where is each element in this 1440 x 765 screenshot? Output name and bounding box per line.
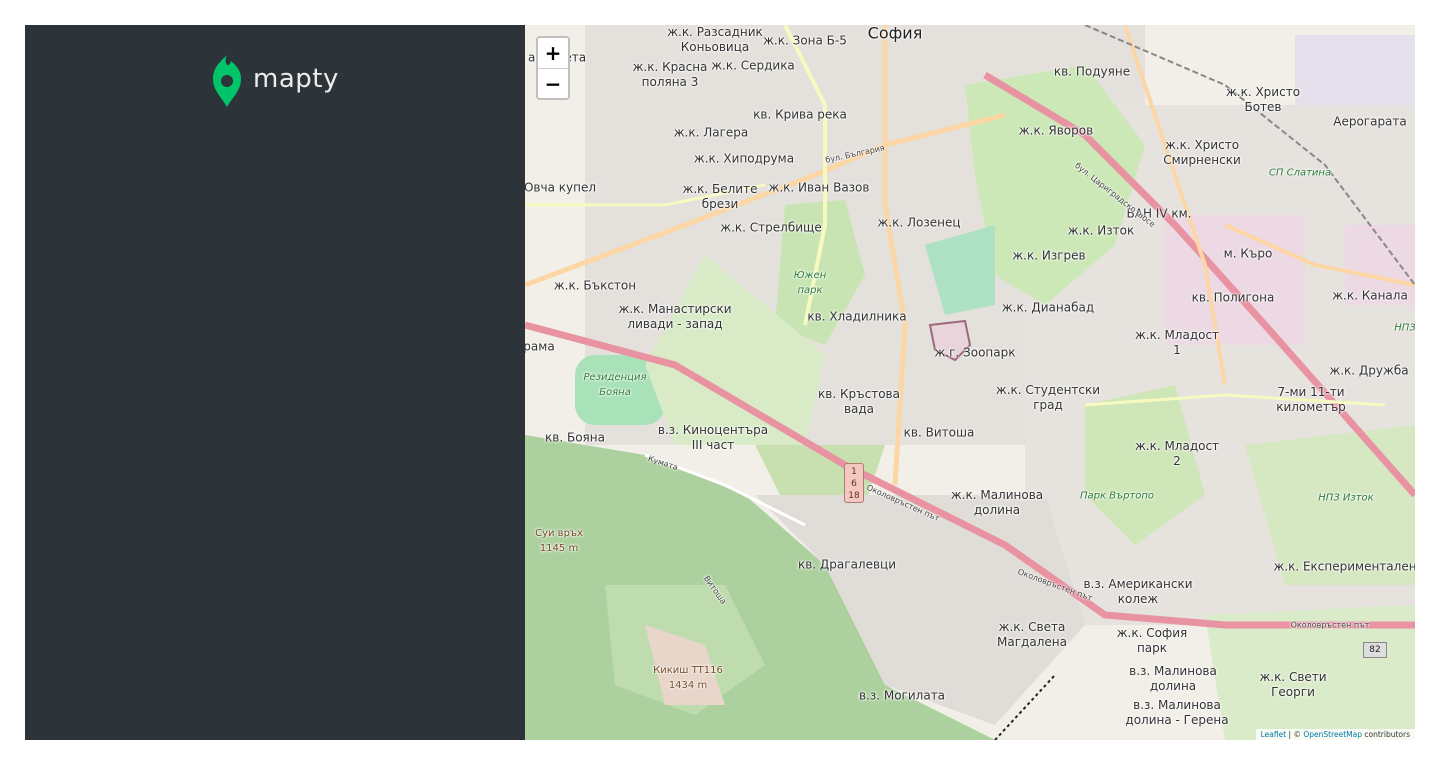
label-vitosha-kv: кв. Витоша: [903, 425, 975, 440]
label-sofia-park: ж.к. София парк: [1116, 626, 1188, 655]
zoom-control: + −: [536, 36, 570, 100]
map-pin-icon: [213, 55, 241, 107]
label-poduyane: кв. Подуяне: [1053, 64, 1131, 79]
sidebar: mapty: [25, 25, 525, 740]
label-studentski: ж.к. Студентски град: [995, 383, 1101, 412]
label-kikish: Кикиш ТТ116 1434 m: [653, 665, 723, 691]
label-kriva-reka: кв. Крива река: [753, 107, 847, 122]
label-hipodruma: ж.к. Хиподрума: [693, 151, 795, 166]
label-krastova-vada: кв. Кръстова вада: [818, 387, 900, 416]
label-dragalevtsi: кв. Драгалевци: [797, 557, 897, 572]
label-bakston: ж.к. Бъкстон: [553, 278, 637, 293]
map-tiles[interactable]: [525, 25, 1415, 740]
attribution-separator: | ©: [1286, 730, 1304, 739]
label-lagera: ж.к. Лагера: [673, 125, 749, 140]
label-km7: 7-ми 11-ти километър: [1276, 385, 1346, 414]
label-okolovrasten-3: Околовръстен път: [1290, 620, 1370, 630]
label-razsadnik: ж.к. Разсадник Коньовица: [667, 25, 763, 54]
label-yavorov: ж.к. Яворов: [1018, 123, 1094, 138]
label-malinova-gerena: в.з. Малинова долина - Герена: [1125, 698, 1229, 727]
label-sofia: София: [867, 25, 923, 43]
label-dianabad: ж.к. Дианабад: [1001, 300, 1095, 315]
label-krasna: ж.к. Красна поляна 3: [632, 60, 708, 89]
app-container: mapty София ж.к. Разсадник Коньовица ж.к…: [25, 25, 1415, 740]
label-smirnenski: ж.к. Христо Смирненски: [1163, 138, 1241, 167]
label-sv-magdalena: ж.к. Света Магдалена: [997, 620, 1067, 649]
label-park-vartopo: Парк Въртопо: [1079, 490, 1155, 502]
logo-text: mapty: [253, 64, 339, 94]
label-ovcha: Овча купел: [525, 180, 597, 195]
label-zona-b5: ж.к. Зона Б-5: [763, 33, 847, 48]
attribution-suffix: contributors: [1362, 730, 1410, 739]
label-belite-brezi: ж.к. Белите брези: [682, 182, 758, 211]
label-amerikanski: в.з. Американски колеж: [1083, 577, 1193, 606]
label-boyana: кв. Бояна: [545, 430, 605, 445]
label-sveti-georgi: ж.к. Свети Георги: [1259, 670, 1327, 699]
label-m-karo: м. Къро: [1223, 246, 1273, 261]
label-zoopark: ж.г. Зоопарк: [934, 345, 1016, 360]
label-mladost1: ж.к. Младост 1: [1134, 328, 1220, 357]
label-rama: рама: [525, 339, 555, 354]
openstreetmap-link[interactable]: OpenStreetMap: [1303, 730, 1362, 739]
map-attribution: Leaflet | © OpenStreetMap contributors: [1255, 729, 1415, 740]
zoom-in-button[interactable]: +: [538, 38, 568, 68]
label-kinocentara: в.з. Киноцентъра III част: [657, 423, 769, 452]
label-strelbishte: ж.к. Стрелбище: [720, 220, 822, 235]
label-sui-vrah: Суи връх 1145 m: [535, 528, 583, 554]
label-npz-iztok: НПЗ Изток: [1318, 492, 1374, 504]
label-hladilnika: кв. Хладилника: [807, 309, 907, 324]
logo: mapty: [211, 55, 339, 107]
label-lozenets: ж.к. Лозенец: [877, 215, 961, 230]
label-aerogara: Аерогарата: [1333, 114, 1407, 129]
label-mogilata: в.з. Могилата: [858, 688, 946, 703]
label-serdika: ж.к. Сердика: [711, 58, 795, 73]
label-druzhba: ж.к. Дружба: [1329, 363, 1409, 378]
label-ivan-vazov: ж.к. Иван Вазов: [768, 180, 870, 195]
label-poligona: кв. Полигона: [1191, 290, 1275, 305]
label-kanala: ж.к. Канала: [1332, 288, 1408, 303]
label-malinova: ж.к. Малинова долина: [950, 488, 1044, 517]
label-slatina: СП Слатина: [1268, 167, 1332, 179]
map-view[interactable]: София ж.к. Разсадник Коньовица ж.к. Зона…: [525, 25, 1415, 740]
leaflet-link[interactable]: Leaflet: [1261, 730, 1287, 739]
label-hristo-botev: ж.к. Христо Ботев: [1225, 85, 1301, 114]
label-rezidenciya: Резиденция Бояна: [583, 372, 647, 398]
label-mladost2: ж.к. Младост 2: [1134, 439, 1220, 468]
zoom-out-button[interactable]: −: [538, 68, 568, 98]
label-iztok: ж.к. Изток: [1067, 223, 1135, 238]
label-manastirski: ж.к. Манастирски ливади - запад: [618, 302, 732, 331]
route-number-badge: 1 6 18: [844, 463, 864, 503]
label-izgrev: ж.к. Изгрев: [1012, 248, 1086, 263]
label-yuzhen-park: Южен парк: [793, 270, 827, 296]
label-eksperimentalen: ж.к. Експериментален: [1273, 559, 1415, 574]
label-npz: НПЗ: [1394, 322, 1415, 334]
road-shield-82: 82: [1363, 642, 1387, 658]
label-malinova-vz: в.з. Малинова долина: [1129, 664, 1217, 693]
